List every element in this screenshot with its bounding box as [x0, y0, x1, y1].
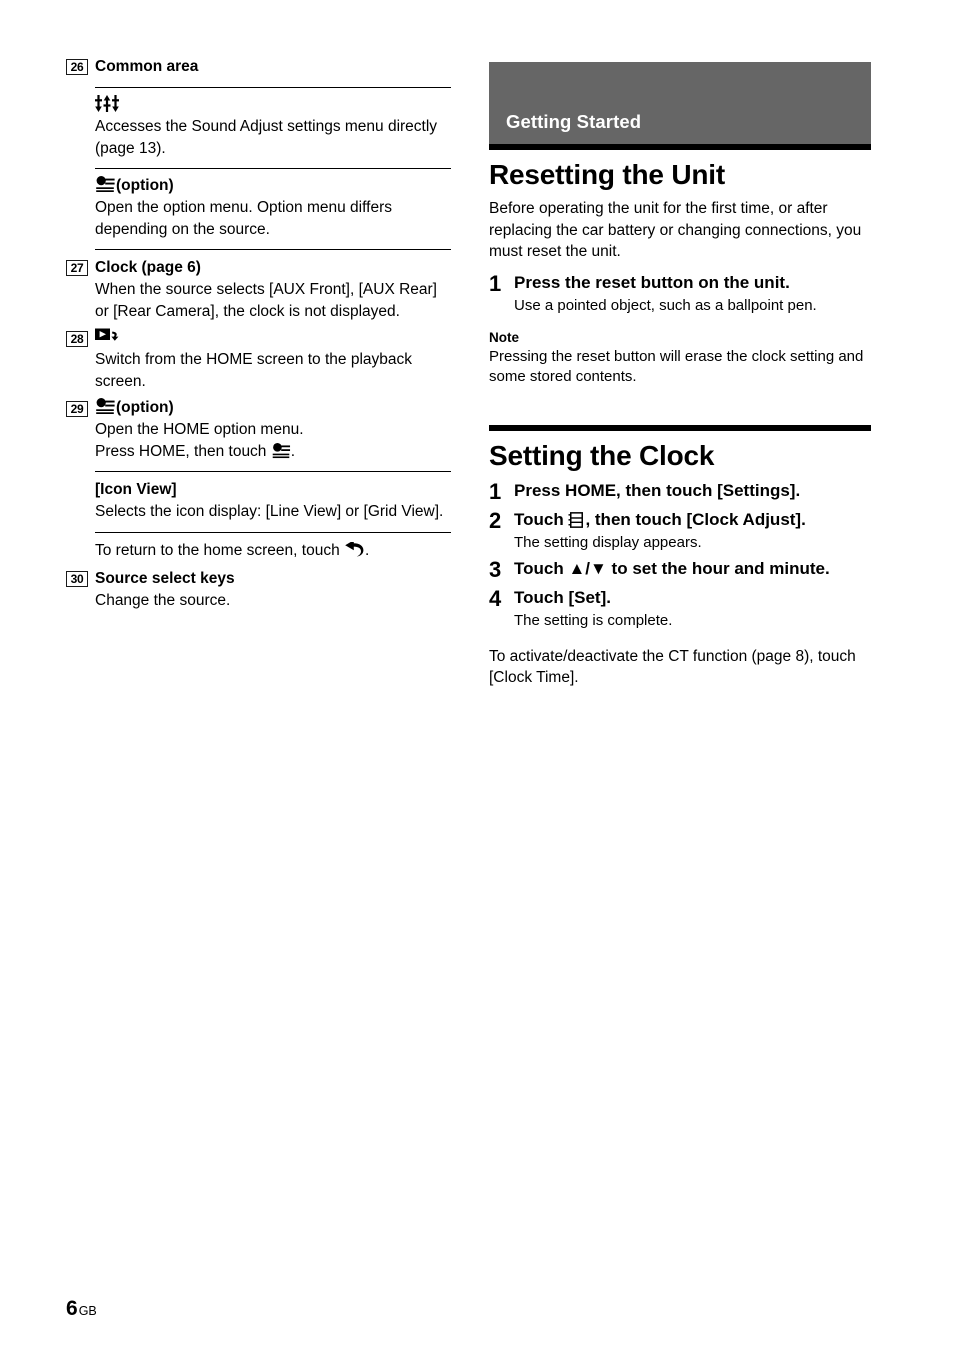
option-icon-row: (option): [95, 176, 451, 196]
return-home-note-post: .: [365, 541, 370, 559]
item-heading: Common area: [95, 58, 199, 75]
step-number: 3: [489, 556, 502, 582]
list-item-28: 28 Switch from the HOME screen to the pl…: [66, 328, 451, 392]
section-banner-title: Getting Started: [506, 111, 642, 132]
step-number: 1: [489, 478, 502, 504]
banner-underbar: [489, 144, 871, 150]
item-29-line2-pre: Press HOME, then touch: [95, 442, 271, 460]
option-description: Open the option menu. Option menu differ…: [95, 199, 392, 238]
playback-screen-return-icon: [95, 328, 121, 348]
item-29-line2: Press HOME, then touch .: [95, 441, 451, 463]
icon-view-description: Selects the icon display: [Line View] or…: [95, 503, 444, 520]
list-item-27: 27 Clock (page 6) When the source select…: [66, 257, 451, 322]
icon-view-label: [Icon View]: [95, 481, 177, 498]
step-title: Touch [Set].: [514, 587, 611, 607]
section-rule: [489, 424, 871, 431]
option-menu-icon: [95, 398, 115, 418]
document-page: 26 Common area Accesses the Sound Adjust…: [0, 0, 954, 1352]
step-number: 2: [489, 507, 502, 533]
list-item-26: 26 Common area Accesses the Sound Adjust…: [66, 56, 451, 250]
divider: [95, 531, 451, 533]
ct-function-note: To activate/deactivate the CT function (…: [489, 647, 856, 687]
section2-title: Setting the Clock: [489, 439, 715, 471]
step-item: 4 Touch [Set]. The setting is complete.: [489, 586, 871, 632]
item-29-subentry: [Icon View] Selects the icon display: [L…: [95, 471, 451, 561]
item-description: Change the source.: [95, 592, 231, 609]
list-item-30: 30 Source select keys Change the source.: [66, 568, 451, 612]
list-item-29: 29 (option) Open the HOME option menu. P…: [66, 398, 451, 561]
page-title: Resetting the Unit: [489, 159, 725, 190]
section-banner: Getting Started: [489, 62, 871, 144]
item-number-badge: 29: [66, 401, 88, 417]
step-subtext: The setting display appears.: [514, 533, 702, 551]
divider: [95, 471, 451, 472]
item-heading: Clock (page 6): [95, 259, 201, 276]
page-number: 6: [66, 1297, 78, 1320]
item-number-badge: 27: [66, 260, 88, 276]
return-home-note-pre: To return to the home screen, touch: [95, 541, 344, 559]
item-heading: Source select keys: [95, 570, 235, 587]
divider: [95, 168, 451, 169]
step-title: Touch , then touch [Clock Adjust].: [514, 508, 871, 532]
page-number-suffix: GB: [78, 1304, 97, 1318]
option-icon-label: (option): [116, 177, 174, 194]
item-description: Switch from the HOME screen to the playb…: [95, 351, 413, 390]
resetting-intro: Before operating the unit for the first …: [489, 200, 862, 260]
sound-adjust-slider-icon: [95, 95, 121, 115]
item-29-label: (option): [116, 399, 174, 416]
item-number-badge: 28: [66, 331, 88, 347]
return-home-note: To return to the home screen, touch .: [95, 540, 451, 562]
step-subtext: The setting is complete.: [514, 611, 673, 629]
sound-adjust-icon-row: [95, 95, 451, 115]
item-number-badge: 30: [66, 571, 88, 587]
step-item: 3 Touch ▲/▼ to set the hour and minute.: [489, 557, 871, 583]
step-item: 1 Press the reset button on the unit. Us…: [489, 271, 871, 317]
step-subtext: Use a pointed object, such as a ballpoin…: [514, 296, 817, 314]
step-title-post: , then touch [Clock Adjust].: [585, 509, 806, 529]
step-number: 1: [489, 270, 502, 296]
back-arrow-icon: [344, 541, 365, 559]
item-29-line2-post: .: [290, 442, 296, 460]
item-number-badge: 26: [66, 59, 88, 75]
option-menu-icon-inline: [271, 442, 291, 460]
option-menu-icon: [95, 176, 115, 196]
option-icon-row-29: (option): [95, 398, 451, 418]
step-item: 2 Touch , then touch [Clock Adjust]. The…: [489, 508, 871, 554]
right-column: Getting Started Resetting the Unit Befor…: [489, 62, 871, 689]
settings-list-icon: [568, 510, 585, 529]
step-item: 1 Press HOME, then touch [Settings].: [489, 479, 871, 505]
item-26-subentries: Accesses the Sound Adjust settings menu …: [95, 87, 451, 250]
divider: [95, 87, 451, 88]
step-title: Touch ▲/▼ to set the hour and minute.: [514, 558, 830, 578]
step-title: Press the reset button on the unit.: [514, 272, 790, 292]
page-footer: 6 GB: [66, 1298, 97, 1319]
step-title: Press HOME, then touch [Settings].: [514, 480, 801, 500]
item-description: When the source selects [AUX Front], [AU…: [95, 281, 437, 320]
step-number: 4: [489, 585, 502, 611]
note-text: Pressing the reset button will erase the…: [489, 347, 864, 385]
note-label: Note: [489, 329, 519, 345]
item-29-line1: Open the HOME option menu.: [95, 421, 304, 438]
step-title-pre: Touch: [514, 509, 569, 529]
sound-adjust-description: Accesses the Sound Adjust settings menu …: [95, 118, 438, 157]
left-column: 26 Common area Accesses the Sound Adjust…: [66, 56, 451, 614]
playback-return-icon-row: [95, 328, 451, 348]
divider: [95, 249, 451, 250]
